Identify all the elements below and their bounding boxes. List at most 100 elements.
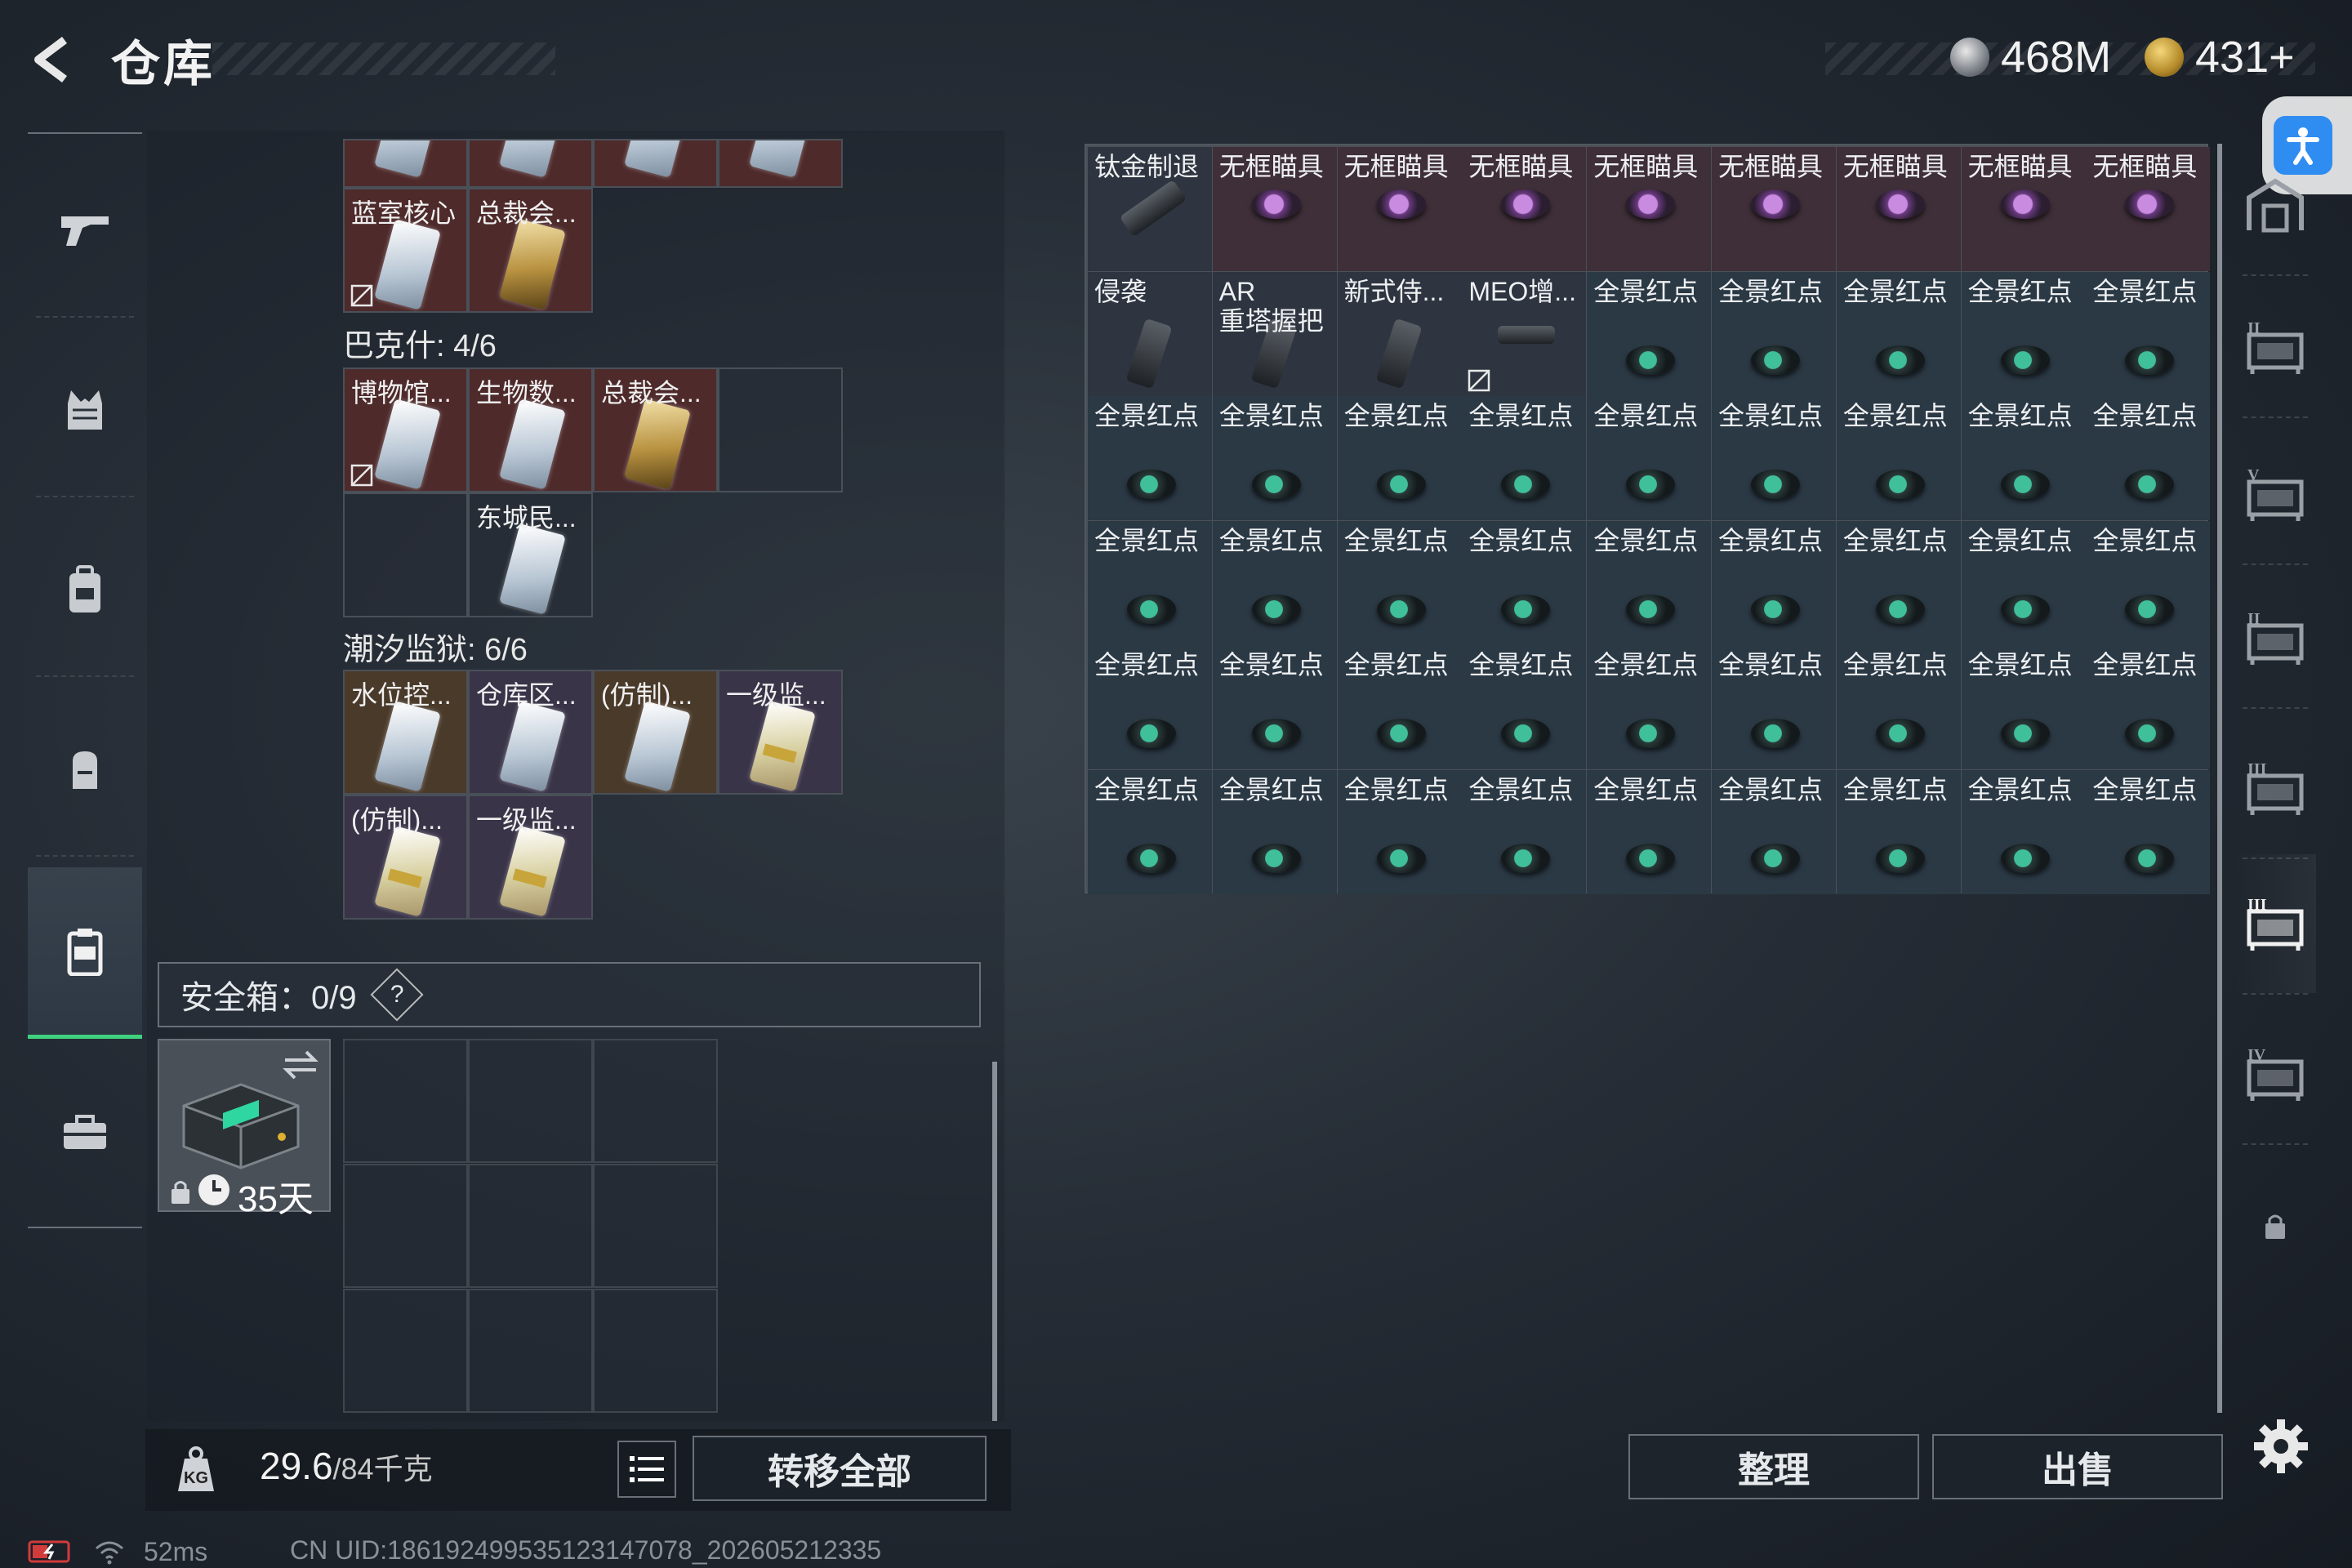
safe-slot[interactable] <box>593 1039 718 1163</box>
warehouse-item[interactable]: 侵袭 <box>1088 271 1212 396</box>
empty-slot[interactable] <box>718 368 843 492</box>
warehouse-page-3[interactable]: V <box>2234 425 2316 564</box>
warehouse-page-1[interactable] <box>2234 136 2316 274</box>
stash-item[interactable]: 生物数... <box>468 368 593 492</box>
safe-slot[interactable] <box>593 1164 718 1288</box>
warehouse-item[interactable]: 全景红点 <box>1088 520 1212 645</box>
stash-item[interactable]: (仿制)... <box>593 670 718 795</box>
warehouse-item[interactable]: 全景红点 <box>1961 520 2086 645</box>
back-button[interactable] <box>24 31 82 88</box>
warehouse-item[interactable]: 全景红点 <box>1587 520 1712 645</box>
warehouse-item[interactable]: 无框瞄具 <box>1462 147 1587 271</box>
stash-item-partial[interactable] <box>468 139 593 188</box>
warehouse-page-6[interactable]: III <box>2234 854 2316 993</box>
sell-button[interactable]: 出售 <box>1932 1434 2223 1499</box>
stash-scrollbar[interactable] <box>992 1062 997 1421</box>
stash-item-partial[interactable] <box>718 139 843 188</box>
sort-button[interactable]: 整理 <box>1628 1434 1919 1499</box>
warehouse-item[interactable]: 全景红点 <box>1462 520 1587 645</box>
warehouse-scrollbar[interactable] <box>2217 144 2222 1413</box>
warehouse-item[interactable]: 全景红点 <box>1836 645 1961 769</box>
warehouse-item[interactable]: 全景红点 <box>1088 645 1212 769</box>
warehouse-item[interactable]: 钛金制退 <box>1088 147 1212 271</box>
empty-slot[interactable] <box>343 492 468 617</box>
nav-weapon[interactable] <box>28 149 142 312</box>
warehouse-item[interactable]: 全景红点 <box>1462 396 1587 520</box>
stash-item[interactable]: 总裁会... <box>468 188 593 313</box>
warehouse-page-8[interactable] <box>2234 1156 2316 1295</box>
stash-item-partial[interactable] <box>343 139 468 188</box>
stash-item[interactable]: 蓝室核心 <box>343 188 468 313</box>
stash-item[interactable]: 水位控... <box>343 670 468 795</box>
warehouse-item[interactable]: 全景红点 <box>1712 520 1836 645</box>
warehouse-item[interactable]: 全景红点 <box>1337 769 1462 894</box>
nav-chest-rig[interactable] <box>28 508 142 671</box>
warehouse-item[interactable]: 全景红点 <box>1961 645 2086 769</box>
warehouse-item[interactable]: 全景红点 <box>2086 645 2211 769</box>
stash-item[interactable]: 总裁会... <box>593 368 718 492</box>
warehouse-item[interactable]: 无框瞄具 <box>1587 147 1712 271</box>
warehouse-item[interactable]: 全景红点 <box>1961 271 2086 396</box>
settings-button[interactable] <box>2244 1410 2318 1483</box>
stash-item[interactable]: 仓库区... <box>468 670 593 795</box>
warehouse-item[interactable]: 全景红点 <box>1961 769 2086 894</box>
currency-gold[interactable]: 431+ <box>2145 31 2295 83</box>
safe-slot[interactable] <box>468 1039 593 1163</box>
warehouse-item[interactable]: 全景红点 <box>1212 520 1337 645</box>
warehouse-item[interactable]: 全景红点 <box>1088 396 1212 520</box>
warehouse-page-4[interactable]: II <box>2234 568 2316 707</box>
safe-slot[interactable] <box>593 1289 718 1413</box>
warehouse-item[interactable]: 无框瞄具 <box>1337 147 1462 271</box>
safe-slot[interactable] <box>343 1164 468 1288</box>
warehouse-page-7[interactable]: IV <box>2234 1004 2316 1143</box>
warehouse-item[interactable]: 全景红点 <box>1712 769 1836 894</box>
warehouse-item[interactable]: 全景红点 <box>1337 520 1462 645</box>
warehouse-item[interactable]: AR 重塔握把 <box>1212 271 1337 396</box>
safe-slot[interactable] <box>343 1039 468 1163</box>
warehouse-item[interactable]: 全景红点 <box>1212 396 1337 520</box>
warehouse-item[interactable]: 全景红点 <box>1337 645 1462 769</box>
warehouse-item[interactable]: 全景红点 <box>1462 769 1587 894</box>
warehouse-item[interactable]: 无框瞄具 <box>2086 147 2211 271</box>
warehouse-item[interactable]: 全景红点 <box>1836 396 1961 520</box>
warehouse-item[interactable]: 全景红点 <box>1712 645 1836 769</box>
warehouse-item[interactable]: 全景红点 <box>2086 520 2211 645</box>
warehouse-item[interactable]: 全景红点 <box>1961 396 2086 520</box>
warehouse-item[interactable]: 全景红点 <box>2086 769 2211 894</box>
safe-slot[interactable] <box>343 1289 468 1413</box>
warehouse-item[interactable]: 全景红点 <box>1587 645 1712 769</box>
nav-case[interactable] <box>28 1051 142 1214</box>
warehouse-item[interactable]: 全景红点 <box>1212 769 1337 894</box>
stash-item[interactable]: 一级监... <box>718 670 843 795</box>
warehouse-item[interactable]: 无框瞄具 <box>1961 147 2086 271</box>
warehouse-item[interactable]: 全景红点 <box>1836 520 1961 645</box>
safe-box-item[interactable]: 35天 <box>158 1039 331 1219</box>
warehouse-item[interactable]: 无框瞄具 <box>1212 147 1337 271</box>
warehouse-item[interactable]: 无框瞄具 <box>1712 147 1836 271</box>
warehouse-item[interactable]: 无框瞄具 <box>1836 147 1961 271</box>
warehouse-item[interactable]: 全景红点 <box>1587 271 1712 396</box>
stash-item[interactable]: 一级监... <box>468 795 593 920</box>
help-button[interactable]: ? <box>370 968 424 1022</box>
warehouse-item[interactable]: 全景红点 <box>1212 645 1337 769</box>
warehouse-item[interactable]: 全景红点 <box>1836 271 1961 396</box>
safe-slot[interactable] <box>468 1164 593 1288</box>
warehouse-item[interactable]: 全景红点 <box>1587 769 1712 894</box>
warehouse-item[interactable]: 全景红点 <box>2086 271 2211 396</box>
warehouse-item[interactable]: 全景红点 <box>1462 645 1587 769</box>
stash-item[interactable]: 东城民... <box>468 492 593 617</box>
warehouse-item[interactable]: 全景红点 <box>1712 396 1836 520</box>
stash-item[interactable]: (仿制)... <box>343 795 468 920</box>
warehouse-item[interactable]: 新式侍... <box>1337 271 1462 396</box>
safe-slot[interactable] <box>468 1289 593 1413</box>
warehouse-item[interactable]: MEO增... <box>1462 271 1587 396</box>
stash-item-partial[interactable] <box>593 139 718 188</box>
warehouse-page-5[interactable]: III <box>2234 719 2316 858</box>
stash-item[interactable]: 博物馆... <box>343 368 468 492</box>
warehouse-item[interactable]: 全景红点 <box>1337 396 1462 520</box>
transfer-all-button[interactable]: 转移全部 <box>693 1436 987 1501</box>
warehouse-item[interactable]: 全景红点 <box>1587 396 1712 520</box>
warehouse-item[interactable]: 全景红点 <box>2086 396 2211 520</box>
warehouse-page-2[interactable]: II <box>2234 278 2316 416</box>
nav-armor[interactable] <box>28 328 142 492</box>
